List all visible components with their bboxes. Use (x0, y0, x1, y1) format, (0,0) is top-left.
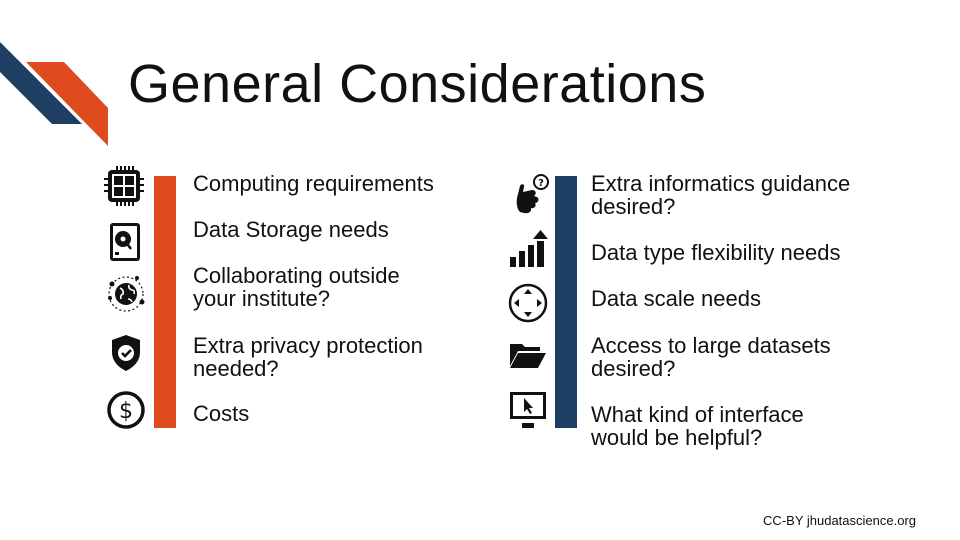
list-item: Costs (193, 402, 249, 425)
list-item-text: Access to large datasets (591, 333, 831, 358)
list-item: Computing requirements (193, 172, 434, 195)
list-item-text: needed? (193, 356, 279, 381)
list-item-text: Extra privacy protection (193, 333, 423, 358)
list-item: What kind of interface would be helpful? (591, 403, 804, 449)
dollar-coin-icon: $ (104, 388, 148, 432)
list-item: Data scale needs (591, 287, 761, 310)
cpu-chip-icon (102, 164, 146, 208)
list-item-text: Data scale needs (591, 286, 761, 311)
list-item: Data type flexibility needs (591, 241, 840, 264)
list-item: Collaborating outside your institute? (193, 264, 400, 310)
slide: General Considerations Computing require… (0, 0, 960, 540)
expand-arrows-icon (506, 281, 550, 325)
list-item-text: Data type flexibility needs (591, 240, 841, 265)
left-accent-bar (154, 176, 176, 428)
list-item-text: your institute? (193, 286, 330, 311)
list-item-text: would be helpful? (591, 425, 763, 450)
bar-chart-growth-icon (506, 227, 550, 271)
list-item: Extra informatics guidance desired? (591, 172, 850, 218)
list-item-text: desired? (591, 194, 676, 219)
globe-network-icon (104, 272, 148, 316)
shield-check-icon (104, 331, 148, 375)
list-item: Data Storage needs (193, 218, 389, 241)
right-accent-bar (555, 176, 577, 428)
open-folder-icon (506, 332, 550, 376)
list-item-text: What kind of interface (591, 402, 804, 427)
list-item-text: Extra informatics guidance (591, 171, 851, 196)
hand-question-icon: ? (506, 172, 550, 216)
svg-text:$: $ (119, 399, 133, 424)
list-item-text: Data Storage needs (193, 217, 389, 242)
list-item-text: Collaborating outside (193, 263, 400, 288)
list-item-text: Computing requirements (193, 171, 434, 196)
corner-stripes-decoration (0, 42, 108, 146)
list-item-text: Costs (193, 401, 250, 426)
license-credit: CC-BY jhudatascience.org (763, 513, 916, 528)
hard-drive-icon (104, 220, 148, 264)
page-title: General Considerations (128, 54, 707, 114)
list-item-text: desired? (591, 356, 676, 381)
list-item: Access to large datasets desired? (591, 334, 831, 380)
list-item: Extra privacy protection needed? (193, 334, 423, 380)
monitor-cursor-icon (506, 388, 550, 432)
svg-text:?: ? (538, 178, 544, 189)
